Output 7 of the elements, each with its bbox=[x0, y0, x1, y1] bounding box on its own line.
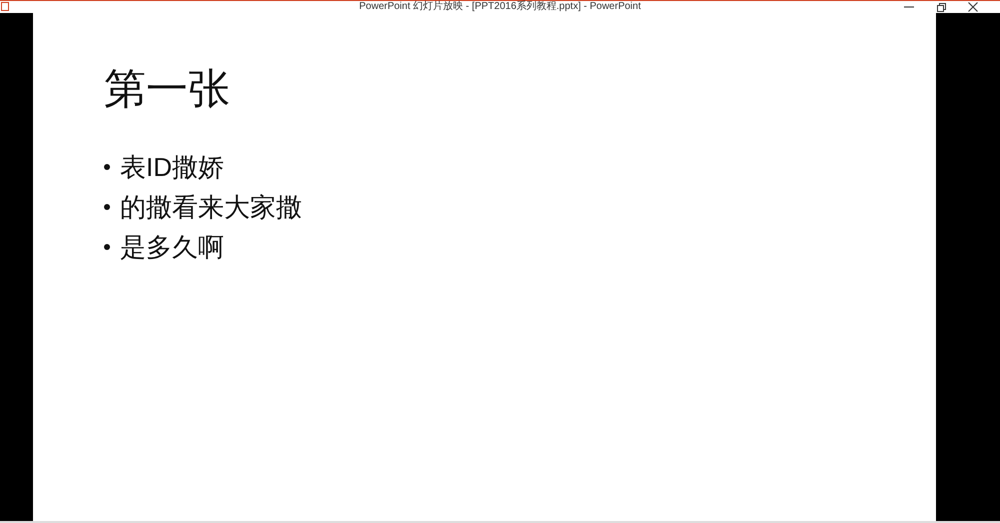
close-icon[interactable] bbox=[968, 2, 978, 12]
bullet-text: 的撒看来大家撒 bbox=[120, 191, 302, 223]
restore-icon[interactable] bbox=[936, 2, 946, 12]
bullet-text: 是多久啊 bbox=[120, 231, 224, 263]
slide-title: 第一张 bbox=[104, 64, 230, 114]
window-title: PowerPoint 幻灯片放映 - [PPT2016系列教程.pptx] - PowerPoint bbox=[359, 1, 641, 13]
bullet-text: 表ID撒娇 bbox=[120, 151, 224, 183]
